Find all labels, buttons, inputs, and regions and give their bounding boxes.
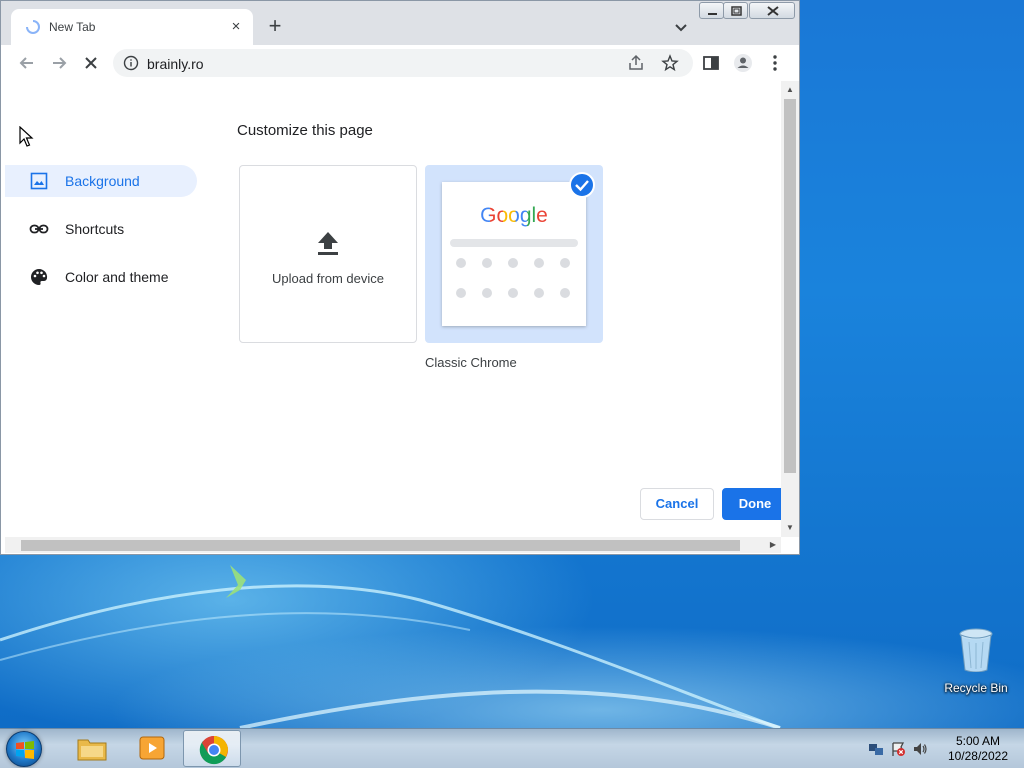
side-panel-icon[interactable] <box>699 51 723 75</box>
sidebar-item-label: Color and theme <box>65 269 169 285</box>
media-player-icon <box>139 736 165 760</box>
clock-time: 5:00 AM <box>955 734 1000 748</box>
action-center-flag-icon[interactable] <box>890 741 906 757</box>
minimize-icon <box>708 13 717 15</box>
tab-close-button[interactable]: × <box>227 18 245 36</box>
url-text: brainly.ro <box>147 56 204 72</box>
tab-title: New Tab <box>49 20 96 34</box>
chrome-icon <box>199 736 228 765</box>
scroll-down-arrow-icon[interactable]: ▼ <box>781 521 799 535</box>
tab-strip: New Tab × + <box>1 1 799 45</box>
sidebar-item-shortcuts[interactable]: Shortcuts <box>5 213 197 245</box>
upload-tile-label: Upload from device <box>272 271 384 286</box>
upload-icon <box>318 232 338 255</box>
search-bar-preview <box>450 239 578 247</box>
tab-search-chevron-icon[interactable] <box>671 17 691 37</box>
clock[interactable]: 5:00 AM 10/28/2022 <box>948 734 1008 764</box>
sidebar-item-color-and-theme[interactable]: Color and theme <box>5 261 197 293</box>
classic-chrome-label: Classic Chrome <box>425 355 517 370</box>
dialog-title: Customize this page <box>237 122 373 139</box>
close-icon <box>767 6 779 16</box>
browser-toolbar: brainly.ro <box>1 45 799 81</box>
profile-avatar-icon[interactable] <box>731 51 755 75</box>
recycle-bin-label: Recycle Bin <box>944 681 1008 695</box>
shortcut-dot <box>456 288 466 298</box>
classic-chrome-tile[interactable]: Google <box>425 165 603 343</box>
image-icon <box>30 172 48 190</box>
forward-arrow-icon[interactable] <box>47 51 71 75</box>
network-icon[interactable] <box>868 741 884 757</box>
shortcut-dot <box>456 258 466 268</box>
shortcut-dot <box>482 288 492 298</box>
recycle-bin-icon <box>959 628 993 673</box>
mouse-cursor-icon <box>19 126 34 147</box>
horizontal-scroll-thumb[interactable] <box>21 540 740 551</box>
cancel-button[interactable]: Cancel <box>640 488 714 520</box>
new-tab-button[interactable]: + <box>263 15 287 39</box>
shortcut-dot <box>482 258 492 268</box>
checkmark-icon <box>575 180 589 192</box>
shortcut-dot <box>560 288 570 298</box>
vertical-scrollbar[interactable]: ▲ ▼ <box>781 81 799 537</box>
scroll-up-arrow-icon[interactable]: ▲ <box>781 83 799 97</box>
taskbar-chrome[interactable] <box>183 730 241 767</box>
customize-dialog: Customize this page Background Shortcuts <box>5 81 781 537</box>
address-bar[interactable]: brainly.ro <box>113 49 693 77</box>
menu-dots-icon[interactable] <box>763 51 787 75</box>
start-button[interactable] <box>6 731 42 767</box>
stop-loading-icon[interactable] <box>79 51 103 75</box>
sidebar-item-label: Background <box>65 173 140 189</box>
share-icon[interactable] <box>627 54 645 72</box>
recycle-bin[interactable]: Recycle Bin <box>940 628 1012 695</box>
restore-button[interactable] <box>723 2 748 19</box>
folder-icon <box>77 739 107 761</box>
minimize-button[interactable] <box>699 2 724 19</box>
back-arrow-icon[interactable] <box>15 51 39 75</box>
taskbar-media-player[interactable] <box>122 730 180 767</box>
horizontal-scrollbar[interactable]: ▶ <box>5 537 781 553</box>
windows-logo-icon <box>16 741 34 759</box>
shortcut-dot <box>534 288 544 298</box>
page-content: Customize this page Background Shortcuts <box>1 81 799 554</box>
tab-new-tab[interactable]: New Tab × <box>11 9 253 45</box>
sidebar-item-label: Shortcuts <box>65 221 125 237</box>
bookmark-star-icon[interactable] <box>661 54 679 72</box>
vertical-scroll-thumb[interactable] <box>784 99 796 473</box>
loading-spinner-icon <box>26 20 40 34</box>
shortcut-dot <box>508 258 518 268</box>
sidebar-item-background[interactable]: Background <box>5 165 197 197</box>
done-button[interactable]: Done <box>722 488 781 520</box>
classic-chrome-preview: Google <box>442 182 586 326</box>
shortcut-dot <box>534 258 544 268</box>
google-logo: Google <box>478 204 550 228</box>
restore-icon <box>731 6 742 16</box>
volume-icon[interactable] <box>912 741 928 757</box>
shortcut-dot <box>508 288 518 298</box>
taskbar-explorer[interactable] <box>62 730 120 767</box>
chrome-window: New Tab × + brainly.ro Customize this pa… <box>0 0 800 555</box>
close-window-button[interactable] <box>749 2 795 19</box>
taskbar: 5:00 AM 10/28/2022 <box>0 728 1024 768</box>
selected-check-badge <box>569 172 595 198</box>
palette-icon <box>31 268 48 285</box>
upload-from-device-tile[interactable]: Upload from device <box>239 165 417 343</box>
system-tray: 5:00 AM 10/28/2022 <box>854 729 1024 768</box>
link-icon <box>29 224 49 234</box>
scroll-right-arrow-icon[interactable]: ▶ <box>765 537 781 553</box>
clock-date: 10/28/2022 <box>947 749 1008 763</box>
shortcut-dot <box>560 258 570 268</box>
site-info-icon[interactable] <box>123 55 139 71</box>
